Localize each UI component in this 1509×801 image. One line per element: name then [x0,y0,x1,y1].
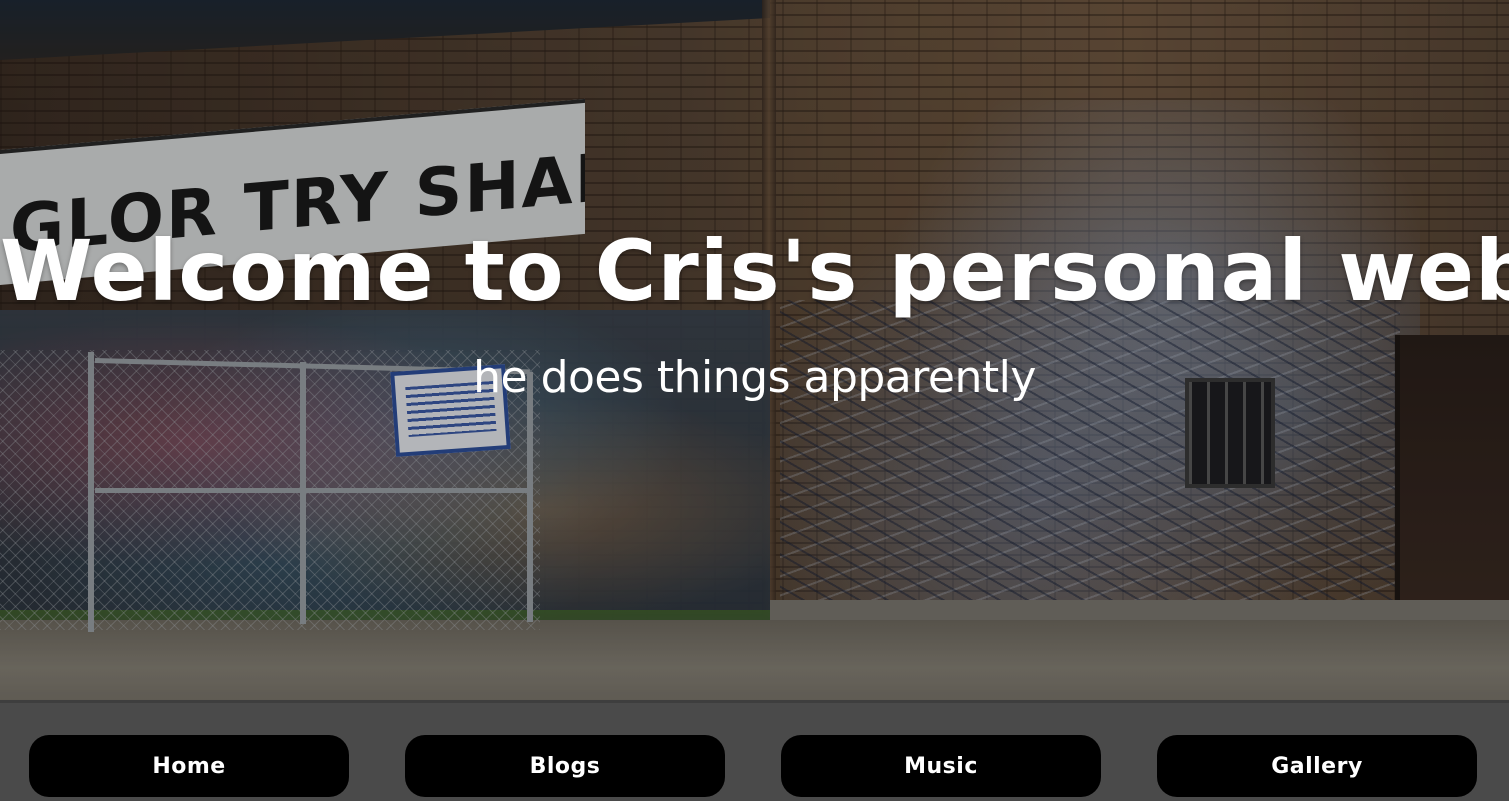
hero-overlay [0,0,1509,700]
hero-section: GLOR TRY SHARING Welcome to Cris's perso… [0,0,1509,700]
navigation-bar: Home Blogs Music Gallery [0,700,1509,801]
nav-blogs-button[interactable]: Blogs [405,735,725,797]
nav-gallery-button[interactable]: Gallery [1157,735,1477,797]
page-subtitle: he does things apparently [473,352,1036,403]
nav-home-button[interactable]: Home [29,735,349,797]
page-title: Welcome to Cris's personal website >:D [0,222,1509,320]
nav-music-button[interactable]: Music [781,735,1101,797]
